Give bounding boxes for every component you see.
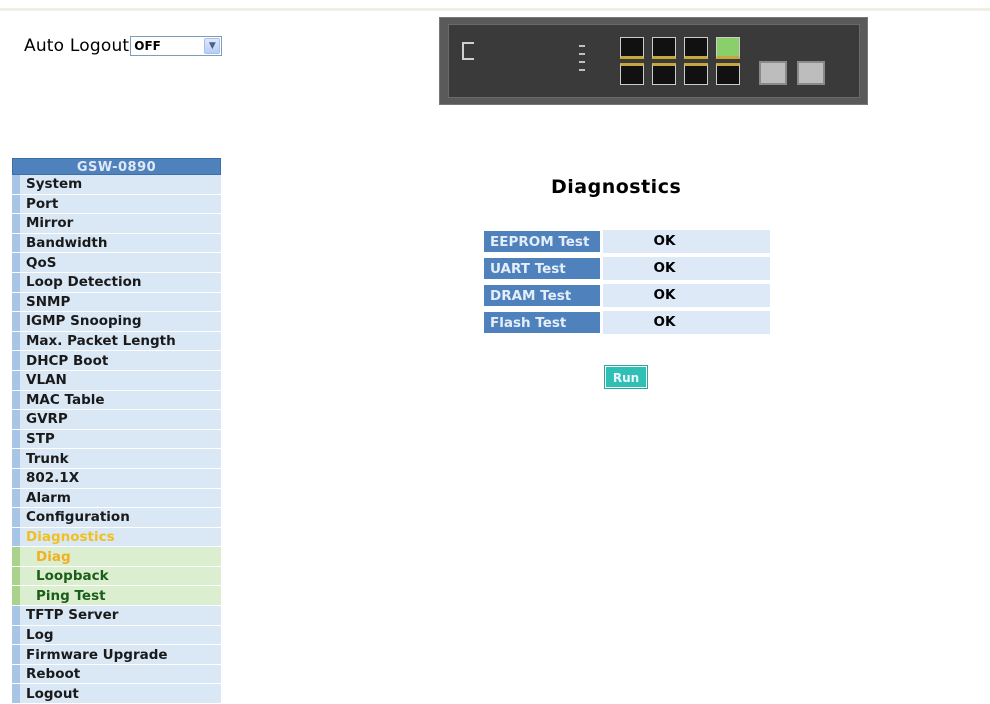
sidebar-item-max-packet-length[interactable]: Max. Packet Length <box>12 331 221 352</box>
sidebar-item-gvrp[interactable]: GVRP <box>12 410 221 430</box>
table-row: EEPROM Test OK <box>483 230 770 253</box>
port-icon <box>684 63 708 85</box>
table-row: Flash Test OK <box>483 311 770 334</box>
sidebar-item-bandwidth[interactable]: Bandwidth <box>12 233 221 254</box>
sidebar-item-mac-table[interactable]: MAC Table <box>12 390 221 411</box>
sidebar-item-igmp-snooping[interactable]: IGMP Snooping <box>12 312 221 332</box>
port-icon <box>652 63 676 85</box>
sidebar-title: GSW-0890 <box>12 158 221 175</box>
top-divider <box>0 8 990 11</box>
test-name: DRAM Test <box>483 284 603 307</box>
port-icon <box>716 37 740 59</box>
sidebar-item-tftp-server[interactable]: TFTP Server <box>12 606 221 626</box>
test-name: EEPROM Test <box>483 230 603 253</box>
sidebar-item-qos[interactable]: QoS <box>12 253 221 273</box>
sidebar-menu: GSW-0890 System Port Mirror Bandwidth Qo… <box>12 158 221 704</box>
sidebar-item-reboot[interactable]: Reboot <box>12 664 221 685</box>
test-result: OK <box>653 287 676 303</box>
switch-front-panel-image <box>439 17 868 105</box>
port-icon <box>620 37 644 59</box>
sidebar-item-8021x[interactable]: 802.1X <box>12 468 221 489</box>
status-leds <box>579 45 587 77</box>
sidebar-item-configuration[interactable]: Configuration <box>12 508 221 528</box>
test-name: Flash Test <box>483 311 603 334</box>
sidebar-item-stp[interactable]: STP <box>12 429 221 450</box>
sidebar-item-dhcp-boot[interactable]: DHCP Boot <box>12 351 221 371</box>
auto-logout-label: Auto Logout <box>24 36 130 56</box>
test-result: OK <box>653 314 676 330</box>
sidebar-item-port[interactable]: Port <box>12 194 221 215</box>
sidebar-item-alarm[interactable]: Alarm <box>12 488 221 509</box>
sfp-port-icon <box>759 61 787 85</box>
table-row: UART Test OK <box>483 257 770 280</box>
test-result: OK <box>653 260 676 276</box>
sidebar-item-diagnostics[interactable]: Diagnostics <box>12 527 221 548</box>
sidebar-subitem-loopback[interactable]: Loopback <box>12 566 221 587</box>
sidebar-item-vlan[interactable]: VLAN <box>12 370 221 391</box>
sidebar-item-loop-detection[interactable]: Loop Detection <box>12 272 221 293</box>
sidebar-subitem-ping-test[interactable]: Ping Test <box>12 586 221 607</box>
auto-logout-select[interactable]: OFF ▼ <box>130 36 223 56</box>
sidebar-item-firmware-upgrade[interactable]: Firmware Upgrade <box>12 645 221 665</box>
run-button[interactable]: Run <box>604 365 648 389</box>
page-title: Diagnostics <box>551 176 682 198</box>
port-icon <box>684 37 708 59</box>
sidebar-item-logout[interactable]: Logout <box>12 684 221 704</box>
sidebar-item-log[interactable]: Log <box>12 625 221 646</box>
port-icon <box>716 63 740 85</box>
sidebar-item-system[interactable]: System <box>12 175 221 195</box>
sidebar-item-mirror[interactable]: Mirror <box>12 214 221 234</box>
port-icon <box>652 37 676 59</box>
diagnostics-table: EEPROM Test OK UART Test OK DRAM Test OK… <box>483 230 770 338</box>
sfp-port-icon <box>797 61 825 85</box>
table-row: DRAM Test OK <box>483 284 770 307</box>
auto-logout: Auto Logout OFF ▼ <box>24 36 223 56</box>
test-result: OK <box>653 233 676 249</box>
auto-logout-value: OFF <box>134 39 161 53</box>
chevron-down-icon[interactable]: ▼ <box>204 38 221 54</box>
brand-logo-icon <box>462 42 474 60</box>
sidebar-subitem-diag[interactable]: Diag <box>12 547 221 567</box>
sidebar-item-snmp[interactable]: SNMP <box>12 292 221 313</box>
port-icon <box>620 63 644 85</box>
sidebar-item-trunk[interactable]: Trunk <box>12 449 221 469</box>
test-name: UART Test <box>483 257 603 280</box>
